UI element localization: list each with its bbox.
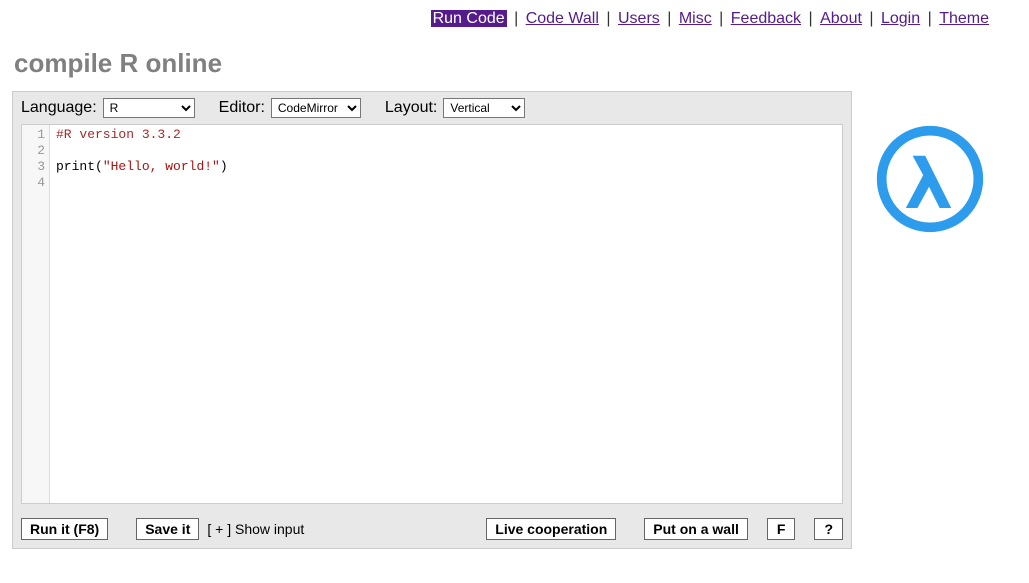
layout-label: Layout: (385, 99, 437, 117)
nav-login[interactable]: Login (881, 10, 920, 27)
bottom-bar: Run it (F8) Save it [ + ] Show input Liv… (13, 512, 851, 548)
nav-run-code[interactable]: Run Code (431, 10, 507, 27)
nav-sep: | (514, 10, 523, 27)
line-number: 4 (22, 175, 45, 191)
language-select[interactable]: R (103, 98, 195, 118)
page-title: compile R online (14, 48, 1029, 79)
editor-label: Editor: (219, 99, 265, 117)
nav-sep: | (928, 10, 937, 27)
lambda-logo-icon (872, 121, 988, 237)
nav-sep: | (719, 10, 728, 27)
code-content[interactable]: #R version 3.3.2 print("Hello, world!") (50, 125, 228, 503)
code-line[interactable] (56, 175, 228, 191)
layout-select[interactable]: Vertical (443, 98, 525, 118)
fullscreen-button[interactable]: F (767, 518, 796, 540)
nav-sep: | (869, 10, 878, 27)
nav-theme[interactable]: Theme (939, 10, 989, 27)
nav-misc[interactable]: Misc (679, 10, 712, 27)
editor-panel: Language: R Editor: CodeMirror Layout: V… (12, 91, 852, 549)
code-editor[interactable]: 1234 #R version 3.3.2 print("Hello, world… (21, 124, 843, 504)
nav-sep: | (667, 10, 676, 27)
run-button[interactable]: Run it (F8) (21, 518, 108, 540)
nav-users[interactable]: Users (618, 10, 660, 27)
code-line[interactable]: #R version 3.3.2 (56, 127, 228, 143)
nav-sep: | (606, 10, 615, 27)
editor-select[interactable]: CodeMirror (271, 98, 361, 118)
controls-bar: Language: R Editor: CodeMirror Layout: V… (13, 92, 851, 124)
nav-about[interactable]: About (820, 10, 862, 27)
code-line[interactable]: print("Hello, world!") (56, 159, 228, 175)
live-cooperation-button[interactable]: Live cooperation (486, 518, 616, 540)
nav-sep: | (809, 10, 818, 27)
save-button[interactable]: Save it (136, 518, 199, 540)
help-button[interactable]: ? (814, 518, 843, 540)
line-gutter: 1234 (22, 125, 50, 503)
line-number: 3 (22, 159, 45, 175)
nav-feedback[interactable]: Feedback (731, 10, 801, 27)
code-line[interactable] (56, 143, 228, 159)
sidebar (852, 91, 988, 549)
language-label: Language: (21, 99, 97, 117)
show-input-toggle[interactable]: [ + ] Show input (207, 521, 304, 537)
nav-code-wall[interactable]: Code Wall (526, 10, 599, 27)
top-nav: Run Code | Code Wall | Users | Misc | Fe… (0, 0, 1029, 28)
line-number: 1 (22, 127, 45, 143)
line-number: 2 (22, 143, 45, 159)
put-on-wall-button[interactable]: Put on a wall (644, 518, 748, 540)
